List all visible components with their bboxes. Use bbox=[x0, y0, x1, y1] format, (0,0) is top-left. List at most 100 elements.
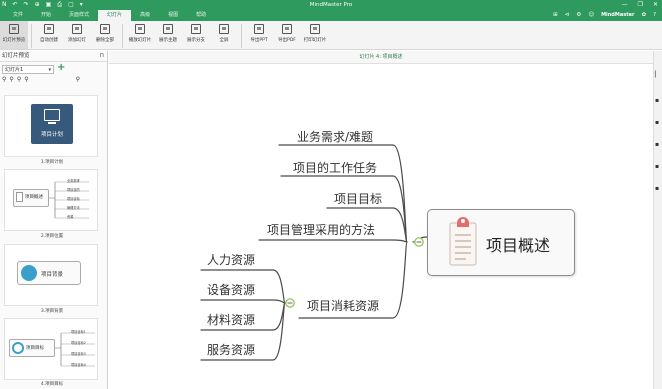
sub-topic[interactable]: 人力资源 bbox=[207, 251, 255, 268]
slide-thumbnail-4[interactable]: 项目目标 项目目标1 项目目标2 项目目标3 项目目标4 bbox=[4, 318, 98, 380]
skin-icon[interactable]: ✿ bbox=[641, 10, 646, 21]
slide-3-label: 项目背景 bbox=[41, 272, 64, 278]
settings-icon[interactable]: ⚙ bbox=[576, 10, 581, 21]
add-slide-button[interactable]: 添加幻灯 bbox=[63, 21, 91, 43]
slide-caption-2: 2.项目位置 bbox=[40, 234, 64, 239]
tool-icon[interactable]: ⚲ bbox=[2, 76, 6, 83]
maximize-button[interactable]: ❐ bbox=[638, 0, 643, 10]
doc-icon bbox=[16, 192, 23, 202]
minimize-button[interactable]: — bbox=[622, 0, 628, 10]
slide-caption-4: 4.项目目标 bbox=[40, 382, 64, 387]
tab-help[interactable]: 帮助 bbox=[187, 10, 215, 21]
layout-icon[interactable]: ⊞ bbox=[553, 10, 558, 21]
add-slide-icon bbox=[72, 24, 82, 34]
window-controls: — ❐ ✕ bbox=[622, 0, 658, 10]
branch-topic[interactable]: 业务需求/难题 bbox=[297, 128, 373, 145]
branch-topic[interactable]: 项目目标 bbox=[334, 190, 382, 207]
slide-select[interactable]: 幻灯片1 ▾ bbox=[2, 65, 54, 74]
share-icon[interactable]: ⊲ bbox=[565, 10, 570, 21]
play-slides-label: 播放幻灯片 bbox=[128, 38, 152, 43]
panel-icon[interactable]: ▪ bbox=[655, 163, 659, 170]
mindmap-canvas[interactable]: 幻灯片 4: 项目概述 业务需求/难题 项目的工作任务 项目目标 项目管理采用的… bbox=[109, 51, 653, 389]
central-topic[interactable]: 项目概述 bbox=[427, 209, 575, 276]
tool-icon[interactable]: ⚲ bbox=[76, 76, 80, 83]
panel-icon[interactable]: ▪ bbox=[655, 141, 659, 148]
sub-topic[interactable]: 材料资源 bbox=[207, 311, 255, 328]
slide-select-value: 幻灯片1 bbox=[5, 67, 24, 73]
print-slides-button[interactable]: 打印幻灯片 bbox=[301, 21, 329, 43]
user-icon[interactable]: ☺ bbox=[588, 10, 594, 21]
ribbon-toolbar: 幻灯片预览 自动创建 添加幻灯 删除全部 播放幻灯片 展示主题 展示分支 全屏 … bbox=[0, 21, 662, 50]
show-topic-button[interactable]: 展示主题 bbox=[154, 21, 182, 43]
tab-page-style[interactable]: 页面样式 bbox=[60, 10, 98, 21]
panel-header: 幻灯片预览 ⊓ bbox=[0, 51, 107, 62]
fullscreen-button[interactable]: 全屏 bbox=[210, 21, 238, 43]
show-branch-button[interactable]: 展示分支 bbox=[182, 21, 210, 43]
slide-preview-icon bbox=[9, 24, 19, 34]
ribbon-divider bbox=[122, 24, 123, 48]
mini-item: 项目目标2 bbox=[71, 341, 86, 345]
monitor-stand-icon bbox=[48, 122, 56, 124]
panel-icon[interactable]: ▪ bbox=[655, 119, 659, 126]
export-pdf-icon bbox=[282, 24, 292, 34]
mini-item: 项目目标3 bbox=[71, 352, 86, 356]
mini-item: 项目目标1 bbox=[71, 330, 86, 334]
mini-item: 资源 bbox=[67, 215, 74, 219]
brand-label[interactable]: MindMaster bbox=[601, 10, 634, 21]
tool-icon[interactable]: ⚲ bbox=[24, 76, 28, 83]
slide-thumbnail-2[interactable]: 项目概述 业务需求 项目目的 项目目标 管理方法 资源 bbox=[4, 169, 98, 231]
mini-item: 项目目的 bbox=[67, 188, 80, 192]
fullscreen-label: 全屏 bbox=[219, 38, 229, 43]
panel-icon[interactable]: ▪ bbox=[655, 97, 659, 104]
tab-slides[interactable]: 幻灯片 bbox=[98, 10, 132, 21]
export-ppt-button[interactable]: 导出PPT bbox=[245, 21, 273, 43]
menu-bar: 文件 开始 页面样式 幻灯片 高级 视图 帮助 ⊞ ⊲ ⚙ ☺ MindMast… bbox=[0, 10, 662, 21]
slide-preview-label: 幻灯片预览 bbox=[2, 38, 26, 43]
branch-topic[interactable]: 项目的工作任务 bbox=[293, 159, 377, 176]
sub-topic[interactable]: 服务资源 bbox=[207, 341, 255, 358]
delete-all-button[interactable]: 删除全部 bbox=[91, 21, 119, 43]
right-sidebar: ▏ ▪ ▪ ▪ ▪ ▪ bbox=[653, 51, 662, 389]
panel-toolbar: ⚲ ⚲ ⚲ ⚲ ⚲ bbox=[2, 76, 80, 83]
play-slides-button[interactable]: 播放幻灯片 bbox=[126, 21, 154, 43]
monitor-icon bbox=[44, 109, 60, 121]
tab-advanced[interactable]: 高级 bbox=[131, 10, 159, 21]
central-topic-label: 项目概述 bbox=[486, 236, 551, 255]
scroll-icon[interactable]: ▏ bbox=[655, 71, 660, 78]
tab-home[interactable]: 开始 bbox=[32, 10, 60, 21]
slide-4-label: 项目目标 bbox=[26, 346, 44, 351]
globe-icon bbox=[21, 265, 37, 281]
auto-create-label: 自动创建 bbox=[40, 38, 58, 43]
branch-topic[interactable]: 项目消耗资源 bbox=[307, 297, 379, 314]
play-slides-icon bbox=[135, 24, 145, 34]
print-slides-icon bbox=[310, 24, 320, 34]
slide-preview-panel: 幻灯片预览 ⊓ 幻灯片1 ▾ + ⚲ ⚲ ⚲ ⚲ ⚲ 项目计划 1.项目计划 项… bbox=[0, 51, 108, 389]
window-title: MindMaster Pro bbox=[309, 2, 353, 8]
slide-thumbnail-3[interactable]: 项目背景 bbox=[4, 244, 98, 306]
panel-icon[interactable]: ▪ bbox=[655, 185, 659, 192]
slide-thumbnail-1[interactable]: 项目计划 bbox=[4, 95, 98, 157]
slide-preview-button[interactable]: 幻灯片预览 bbox=[0, 21, 28, 49]
tool-icon[interactable]: ⚲ bbox=[9, 76, 13, 83]
tab-view[interactable]: 视图 bbox=[159, 10, 187, 21]
chevron-down-icon: ▾ bbox=[48, 67, 51, 73]
export-ppt-icon bbox=[254, 24, 264, 34]
show-topic-label: 展示主题 bbox=[159, 38, 177, 43]
mini-item: 项目目标 bbox=[67, 197, 80, 201]
auto-create-icon bbox=[44, 24, 54, 34]
add-slide-icon[interactable]: + bbox=[57, 63, 65, 73]
tab-file[interactable]: 文件 bbox=[4, 10, 32, 21]
ribbon-divider bbox=[31, 24, 32, 48]
branch-topic[interactable]: 项目管理采用的方法 bbox=[267, 221, 375, 238]
auto-create-button[interactable]: 自动创建 bbox=[35, 21, 63, 43]
pin-icon[interactable]: ⊓ bbox=[100, 51, 104, 62]
slide-caption-3: 3.项目背景 bbox=[40, 309, 64, 314]
tool-icon[interactable]: ⚲ bbox=[17, 76, 21, 83]
export-pdf-button[interactable]: 导出PDF bbox=[273, 21, 301, 43]
close-button[interactable]: ✕ bbox=[653, 0, 658, 10]
sub-topic[interactable]: 设备资源 bbox=[207, 281, 255, 298]
clipboard-icon bbox=[449, 217, 477, 266]
fullscreen-icon bbox=[219, 24, 229, 34]
slide-caption-1: 1.项目计划 bbox=[40, 160, 64, 165]
help-icon[interactable]: ? bbox=[653, 10, 656, 21]
